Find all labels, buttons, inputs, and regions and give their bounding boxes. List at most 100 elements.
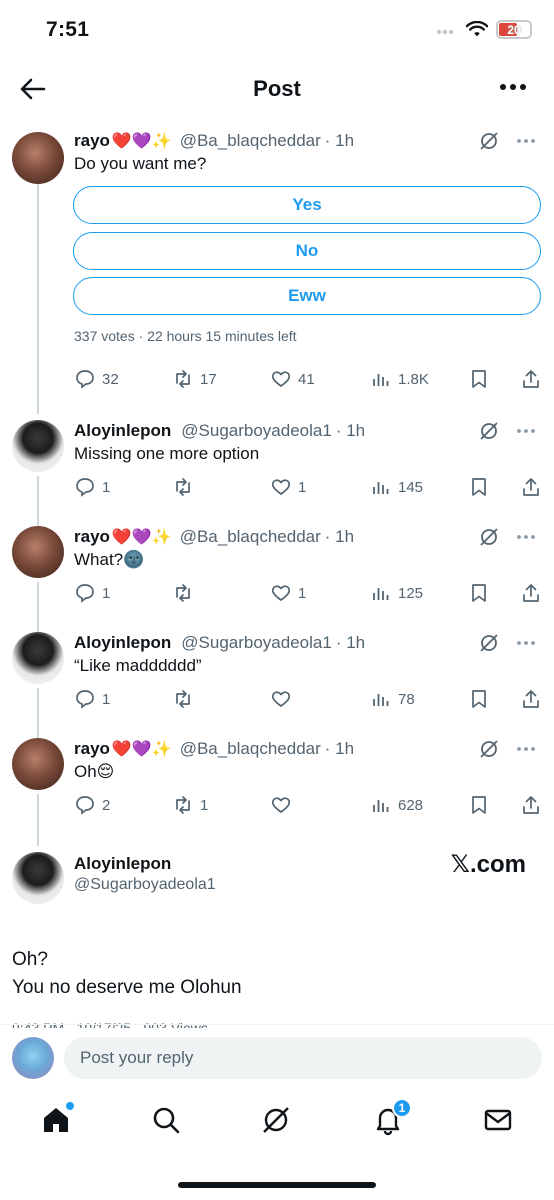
tab-home[interactable] <box>40 1102 74 1136</box>
thread-post[interactable]: Aloyinlepon @Sugarboyadeola1 · 1h Missing o… <box>0 418 554 524</box>
like-button[interactable]: 41 <box>270 368 315 390</box>
reply-button[interactable]: 2 <box>74 794 110 816</box>
grok-icon[interactable] <box>478 420 500 442</box>
reply-icon <box>76 584 94 603</box>
user-handle[interactable]: @Ba_blaqcheddar <box>180 739 321 759</box>
post-more-icon[interactable] <box>516 534 536 540</box>
repost-icon <box>176 478 190 496</box>
post-time: · 1h <box>324 131 355 150</box>
user-handle[interactable]: @Ba_blaqcheddar <box>180 527 321 547</box>
share-button[interactable] <box>520 368 542 390</box>
action-bar: 2 1 628 <box>74 794 542 820</box>
avatar[interactable] <box>12 420 64 472</box>
repost-button[interactable]: 1 <box>172 794 208 816</box>
header: Post <box>0 62 554 116</box>
avatar[interactable] <box>12 132 64 184</box>
thread-post[interactable]: rayo ❤️💜✨ @Ba_blaqcheddar · 1h Do you wa… <box>0 116 554 406</box>
grok-icon[interactable] <box>478 130 500 152</box>
battery-icon: 20 <box>496 20 532 39</box>
display-name[interactable]: Aloyinlepon <box>74 421 171 441</box>
heart-icon <box>271 479 291 496</box>
status-time: 7:51 <box>46 18 90 41</box>
mail-icon <box>484 1109 512 1131</box>
post-more-icon[interactable] <box>516 640 536 646</box>
views-button[interactable]: 1.8K <box>370 368 429 390</box>
tab-notifications[interactable]: 1 <box>372 1098 412 1136</box>
my-avatar[interactable] <box>12 1037 54 1079</box>
repost-icon <box>176 796 190 814</box>
reply-input[interactable]: Post your reply <box>64 1037 542 1079</box>
tab-grok[interactable] <box>260 1104 292 1136</box>
bookmark-button[interactable] <box>468 582 490 604</box>
reply-count: 2 <box>102 796 111 814</box>
wifi-icon <box>466 20 488 36</box>
like-button[interactable]: 1 <box>270 476 306 498</box>
tab-messages[interactable] <box>482 1104 514 1136</box>
views-button[interactable]: 125 <box>370 582 423 604</box>
post-more-icon[interactable] <box>516 138 536 144</box>
like-button[interactable] <box>270 794 298 816</box>
search-icon <box>153 1107 180 1134</box>
views-button[interactable]: 78 <box>370 688 415 710</box>
views-button[interactable]: 145 <box>370 476 423 498</box>
grok-icon[interactable] <box>478 632 500 654</box>
thread-post[interactable]: rayo ❤️💜✨ @Ba_blaqcheddar · 1h Oh😌 2 1 628 <box>0 736 554 842</box>
main-post-line-2: You no deserve me Olohun <box>12 977 242 998</box>
poll-option-no[interactable]: No <box>73 231 541 270</box>
repost-button[interactable] <box>172 688 200 710</box>
user-handle[interactable]: @Sugarboyadeola1 <box>181 421 332 441</box>
like-count: 1 <box>298 478 307 496</box>
post-more-icon[interactable] <box>516 746 536 752</box>
repost-button[interactable]: 17 <box>172 368 217 390</box>
action-bar: 32 17 41 1.8K <box>74 368 542 394</box>
user-handle[interactable]: @Sugarboyadeola1 <box>74 876 216 894</box>
main-post-line-1: Oh? <box>12 949 48 970</box>
reply-icon <box>76 370 94 389</box>
repost-button[interactable] <box>172 582 200 604</box>
display-name[interactable]: Aloyinlepon <box>74 633 171 653</box>
status-bar: 7:51 20 <box>0 0 554 62</box>
grok-icon[interactable] <box>478 526 500 548</box>
display-name[interactable]: Aloyinlepon <box>74 854 171 874</box>
avatar[interactable] <box>12 852 64 904</box>
views-count: 628 <box>398 796 424 814</box>
share-button[interactable] <box>520 688 542 710</box>
home-indicator <box>178 1182 376 1188</box>
poll-option-eww[interactable]: Eww <box>73 277 541 315</box>
views-button[interactable]: 628 <box>370 794 423 816</box>
display-name[interactable]: rayo <box>74 131 110 151</box>
page-title: Post <box>253 76 301 101</box>
like-button[interactable]: 1 <box>270 582 306 604</box>
avatar[interactable] <box>12 632 64 684</box>
share-button[interactable] <box>520 794 542 816</box>
share-button[interactable] <box>520 476 542 498</box>
post-header: rayo ❤️💜✨ @Ba_blaqcheddar · 1h <box>74 526 536 548</box>
post-more-icon[interactable] <box>516 428 536 434</box>
share-button[interactable] <box>520 582 542 604</box>
home-unread-dot <box>66 1102 74 1110</box>
tab-search[interactable] <box>150 1104 182 1136</box>
bookmark-button[interactable] <box>468 476 490 498</box>
user-handle[interactable]: @Ba_blaqcheddar <box>180 131 321 151</box>
thread-post[interactable]: rayo ❤️💜✨ @Ba_blaqcheddar · 1h What?🌚 1 1 125 <box>0 524 554 630</box>
bookmark-button[interactable] <box>468 368 490 390</box>
more-options-icon[interactable] <box>500 84 526 90</box>
reply-button[interactable]: 1 <box>74 688 110 710</box>
user-handle[interactable]: @Sugarboyadeola1 <box>181 633 332 653</box>
avatar[interactable] <box>12 738 64 790</box>
poll-option-yes[interactable]: Yes <box>73 186 541 224</box>
display-name[interactable]: rayo <box>74 527 110 547</box>
like-button[interactable] <box>270 688 298 710</box>
display-name[interactable]: rayo <box>74 739 110 759</box>
repost-button[interactable] <box>172 476 200 498</box>
bookmark-icon <box>472 584 486 602</box>
bookmark-button[interactable] <box>468 688 490 710</box>
grok-icon[interactable] <box>478 738 500 760</box>
reply-button[interactable]: 1 <box>74 582 110 604</box>
thread-post[interactable]: Aloyinlepon @Sugarboyadeola1 · 1h “Like mad… <box>0 630 554 736</box>
avatar[interactable] <box>12 526 64 578</box>
reply-button[interactable]: 1 <box>74 476 110 498</box>
bookmark-icon <box>472 796 486 814</box>
bookmark-button[interactable] <box>468 794 490 816</box>
reply-button[interactable]: 32 <box>74 368 119 390</box>
